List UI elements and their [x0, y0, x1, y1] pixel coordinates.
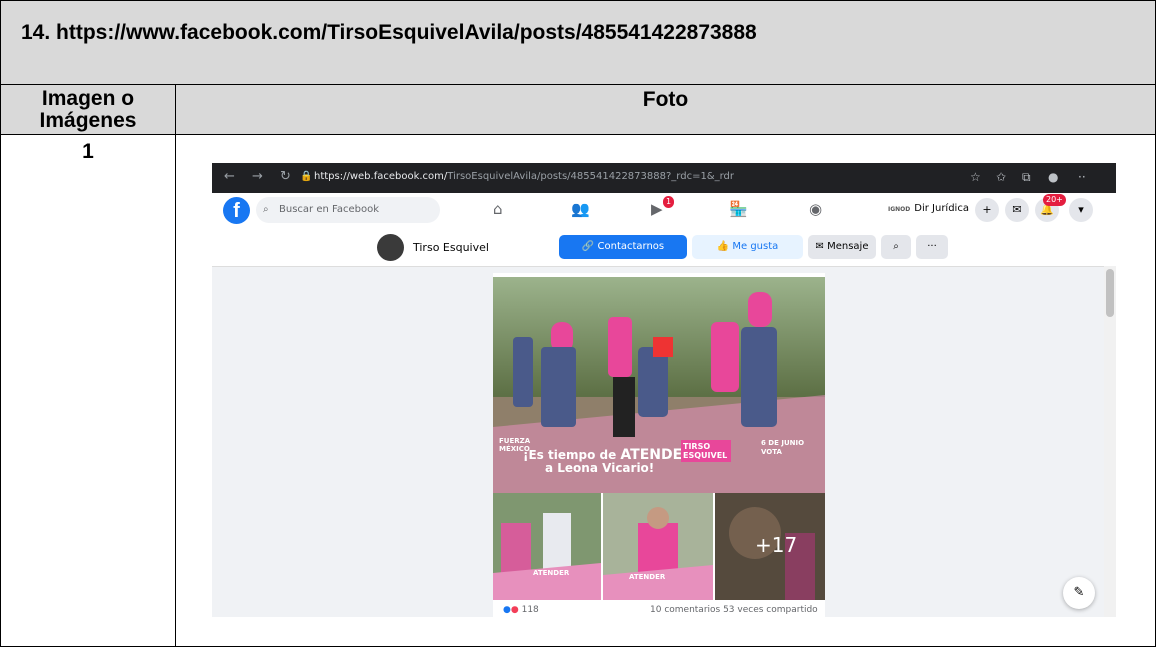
- lock-icon: 🔒: [300, 171, 313, 182]
- account-name: Dir Jurídica: [914, 203, 969, 214]
- reaction-count: 118: [521, 605, 539, 615]
- new-message-edit-icon[interactable]: ✎: [1063, 577, 1095, 609]
- forward-icon[interactable]: →: [252, 169, 263, 184]
- watch-icon[interactable]: ▶: [651, 200, 663, 218]
- browser-screenshot: ← → ↻ 🔒 https://web.facebook.com/TirsoEs…: [212, 163, 1116, 617]
- thumbnail-2-label: ATENDER: [629, 573, 666, 581]
- url-rest: TirsoEsquivelAvila/posts/485541422873888…: [447, 171, 734, 182]
- friends-icon[interactable]: 👥: [571, 200, 590, 218]
- thumbs-up-icon: 👍: [716, 241, 733, 252]
- facebook-navbar: f ⌕ Buscar en Facebook ⌂ 👥 ▶ 1 🏪 ◉ IGNOD…: [212, 193, 1116, 230]
- watch-badge: 1: [663, 196, 675, 208]
- browser-toolbar: ← → ↻ 🔒 https://web.facebook.com/TirsoEs…: [212, 163, 1116, 193]
- contact-button[interactable]: 🔗 Contactarnos: [559, 235, 687, 259]
- header-photo-label: Foto: [642, 88, 689, 111]
- caption-part-2: a Leona Vicario!: [545, 461, 655, 475]
- header-images-label: Imagen o Imágenes: [39, 87, 137, 132]
- profile-icon[interactable]: ●: [1048, 170, 1058, 184]
- love-reaction-icon: ●: [510, 605, 519, 615]
- link-icon: 🔗: [581, 241, 598, 252]
- facebook-logo-icon[interactable]: f: [223, 197, 250, 224]
- page-more-button[interactable]: ···: [916, 235, 948, 259]
- message-button[interactable]: ✉ Mensaje: [808, 235, 876, 259]
- collections-icon[interactable]: ⧉: [1022, 170, 1031, 185]
- thumbnail-2[interactable]: ATENDER: [603, 493, 713, 600]
- more-icon[interactable]: ··: [1078, 170, 1086, 184]
- main-photo[interactable]: ¡Es tiempo de ATENDER a Leona Vicario! F…: [493, 277, 825, 493]
- search-placeholder: Buscar en Facebook: [279, 204, 379, 215]
- home-icon[interactable]: ⌂: [493, 200, 503, 218]
- row-number-cell: 1: [0, 134, 176, 647]
- like-reaction-icon: ●: [503, 605, 511, 615]
- row-number: 1: [82, 140, 94, 163]
- page-title: 14. https://www.facebook.com/TirsoEsquiv…: [21, 21, 757, 44]
- vote-date-logo: 6 DE JUNIO VOTA: [761, 439, 805, 456]
- main-photo-caption: ¡Es tiempo de ATENDER a Leona Vicario!: [523, 448, 693, 475]
- marketplace-icon[interactable]: 🏪: [729, 200, 748, 218]
- url-prefix: https://web.facebook.com/: [314, 171, 448, 182]
- thumbnail-1-photo: [493, 493, 601, 600]
- account-menu-chevron-icon[interactable]: ▾: [1069, 198, 1093, 222]
- messenger-icon[interactable]: ✉: [1005, 198, 1029, 222]
- contact-label: Contactarnos: [597, 241, 665, 252]
- message-label: Mensaje: [827, 241, 869, 252]
- like-label: Me gusta: [732, 241, 779, 252]
- search-input[interactable]: ⌕ Buscar en Facebook: [256, 197, 440, 223]
- page-search-button[interactable]: ⌕: [881, 235, 911, 259]
- page-header-bar: Tirso Esquivel 🔗 Contactarnos 👍 Me gusta…: [212, 229, 1116, 267]
- like-button[interactable]: 👍 Me gusta: [692, 235, 803, 259]
- scrollbar-thumb[interactable]: [1106, 269, 1114, 317]
- more-photos-count: +17: [755, 533, 798, 557]
- thumbnail-1-label: ATENDER: [533, 569, 570, 577]
- fuerza-mexico-logo: FUERZA MÉXICO: [499, 437, 531, 453]
- thumbnail-1[interactable]: ATENDER: [493, 493, 601, 600]
- create-button[interactable]: +: [975, 198, 999, 222]
- reload-icon[interactable]: ↻: [280, 169, 291, 184]
- account-tag: IGNOD: [888, 206, 911, 213]
- thumbnail-3[interactable]: +17: [715, 493, 825, 600]
- favorites-icon[interactable]: ✩: [996, 170, 1006, 184]
- thumbnail-2-photo: [603, 493, 713, 600]
- messenger-small-icon: ✉: [815, 241, 828, 252]
- post-card: ¡Es tiempo de ATENDER a Leona Vicario! F…: [493, 273, 825, 617]
- address-bar[interactable]: https://web.facebook.com/TirsoEsquivelAv…: [314, 171, 734, 182]
- header-cell-images: Imagen o Imágenes: [0, 84, 176, 135]
- header-cell-photo: Foto: [175, 84, 1156, 135]
- tirso-esquivel-logo: TIRSO ESQUIVEL: [681, 440, 731, 462]
- groups-icon[interactable]: ◉: [809, 200, 822, 218]
- search-icon: ⌕: [263, 204, 269, 215]
- back-icon[interactable]: ←: [224, 169, 235, 184]
- page-name[interactable]: Tirso Esquivel: [413, 241, 489, 254]
- scrollbar[interactable]: [1104, 266, 1116, 617]
- read-aloud-icon[interactable]: ☆: [970, 170, 981, 184]
- title-row: 14. https://www.facebook.com/TirsoEsquiv…: [0, 0, 1156, 85]
- page-avatar[interactable]: [377, 234, 404, 261]
- reactions[interactable]: ●● 118: [503, 605, 539, 615]
- account-link[interactable]: IGNOD Dir Jurídica: [888, 203, 969, 214]
- comments-shares[interactable]: 10 comentarios 53 veces compartido: [650, 605, 818, 615]
- notifications-badge: 20+: [1043, 194, 1066, 206]
